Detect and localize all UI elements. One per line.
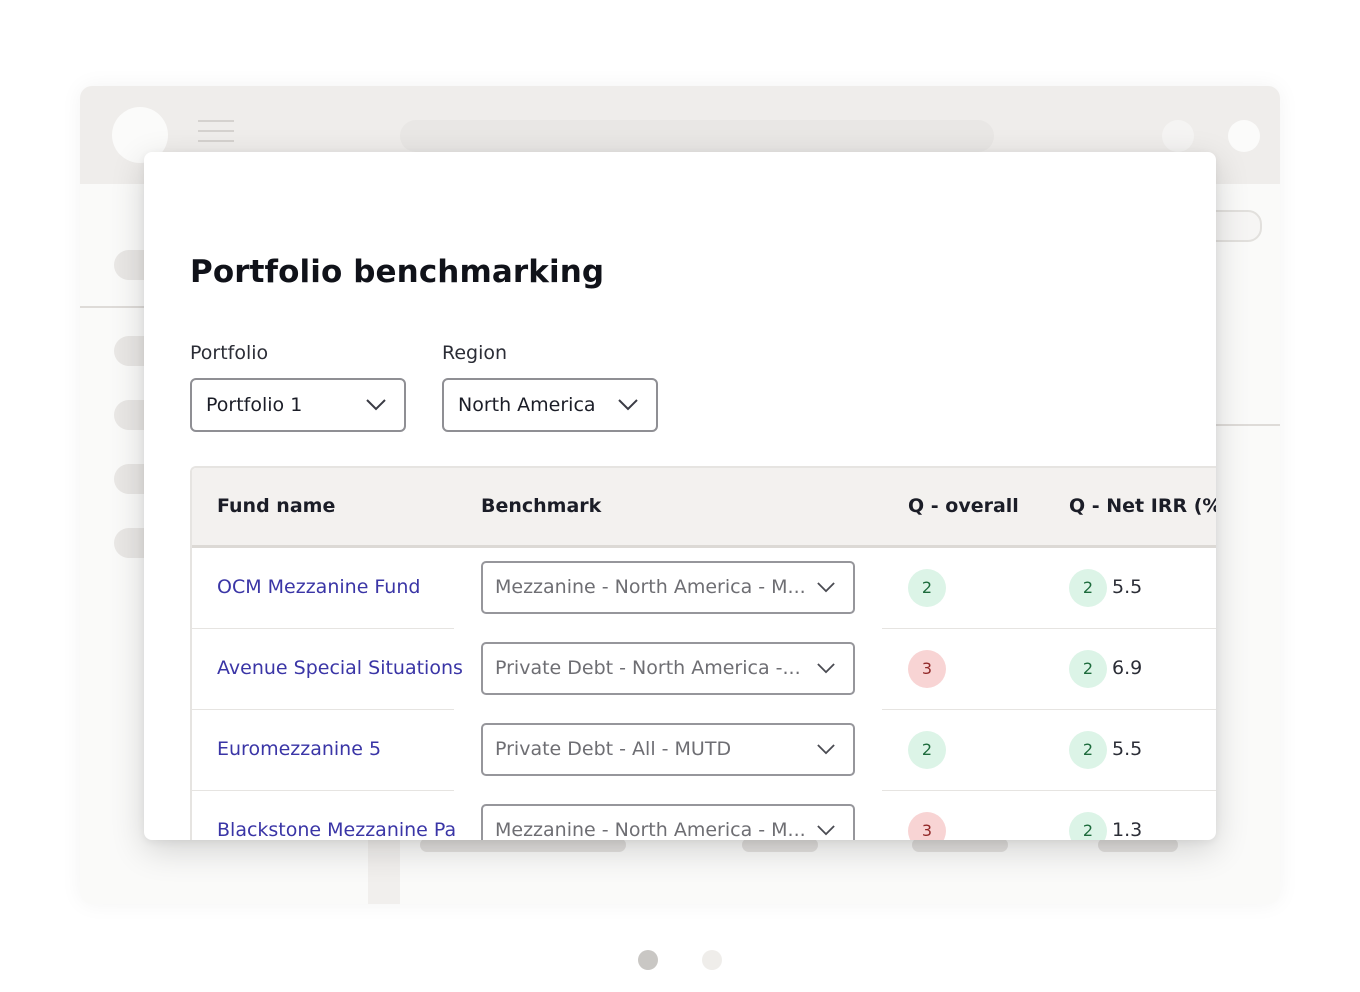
fund-name-link[interactable]: Euromezzanine 5: [217, 738, 381, 760]
background-search-bar: [400, 120, 994, 152]
chevron-down-icon: [817, 581, 837, 594]
chevron-down-icon: [817, 662, 837, 675]
table-row: Avenue Special Situations Private Debt -…: [192, 629, 1216, 710]
chevron-down-icon: [366, 399, 386, 411]
benchmark-select-value: Private Debt - North America -...: [495, 657, 801, 679]
benchmark-select[interactable]: Mezzanine - North America - M...: [481, 804, 855, 840]
table-header: Fund name Benchmark Q - overall Q - Net …: [192, 468, 1216, 548]
quartile-irr-badge: 2: [1069, 731, 1107, 769]
column-header-q-overall[interactable]: Q - overall: [908, 495, 1019, 517]
quartile-overall-badge: 3: [908, 812, 946, 840]
background-placeholder-bar: [420, 838, 626, 852]
background-menu-icon: [198, 120, 234, 150]
background-notification-icon: [1162, 120, 1194, 152]
fund-name-link[interactable]: OCM Mezzanine Fund: [217, 576, 420, 598]
benchmark-table: Fund name Benchmark Q - overall Q - Net …: [190, 466, 1216, 840]
fund-name-link[interactable]: Avenue Special Situations: [217, 657, 463, 679]
benchmark-select[interactable]: Mezzanine - North America - M...: [481, 561, 855, 614]
portfolio-benchmarking-card: Portfolio benchmarking Portfolio Portfol…: [144, 152, 1216, 840]
chevron-down-icon: [618, 399, 638, 411]
benchmark-select[interactable]: Private Debt - North America -...: [481, 642, 855, 695]
quartile-irr-badge: 2: [1069, 569, 1107, 607]
background-profile-icon: [1228, 120, 1260, 152]
background-column: [368, 836, 400, 904]
column-header-benchmark[interactable]: Benchmark: [481, 495, 601, 517]
fund-name-link[interactable]: Blackstone Mezzanine Pa: [217, 819, 456, 840]
pager-dot[interactable]: [702, 950, 722, 970]
benchmark-select[interactable]: Private Debt - All - MUTD: [481, 723, 855, 776]
table-row: Blackstone Mezzanine Pa Mezzanine - Nort…: [192, 791, 1216, 840]
region-select-value: North America: [458, 394, 596, 416]
net-irr-value: 5.5: [1112, 738, 1143, 760]
net-irr-value: 6.9: [1112, 657, 1143, 679]
pager-dot-active[interactable]: [638, 950, 658, 970]
benchmark-select-value: Private Debt - All - MUTD: [495, 738, 732, 760]
quartile-irr-badge: 2: [1069, 650, 1107, 688]
table-row: OCM Mezzanine Fund Mezzanine - North Ame…: [192, 548, 1216, 629]
region-label: Region: [442, 342, 508, 364]
chevron-down-icon: [817, 743, 837, 756]
column-header-q-net-irr[interactable]: Q - Net IRR (%): [1069, 495, 1216, 517]
background-divider: [80, 306, 144, 308]
background-placeholder-bar: [1098, 838, 1178, 852]
table-row: Euromezzanine 5 Private Debt - All - MUT…: [192, 710, 1216, 791]
net-irr-value: 1.3: [1112, 819, 1143, 840]
background-placeholder-bar: [742, 838, 818, 852]
quartile-overall-badge: 3: [908, 650, 946, 688]
background-placeholder-bar: [912, 838, 1008, 852]
region-select[interactable]: North America: [442, 378, 658, 432]
quartile-overall-badge: 2: [908, 569, 946, 607]
benchmark-select-value: Mezzanine - North America - M...: [495, 576, 805, 598]
column-header-fund-name[interactable]: Fund name: [217, 495, 335, 517]
quartile-irr-badge: 2: [1069, 812, 1107, 840]
background-divider: [1216, 424, 1280, 426]
quartile-overall-badge: 2: [908, 731, 946, 769]
portfolio-select-value: Portfolio 1: [206, 394, 303, 416]
portfolio-label: Portfolio: [190, 342, 269, 364]
page-title: Portfolio benchmarking: [190, 254, 605, 290]
benchmark-select-value: Mezzanine - North America - M...: [495, 819, 805, 840]
net-irr-value: 5.5: [1112, 576, 1143, 598]
portfolio-select[interactable]: Portfolio 1: [190, 378, 406, 432]
chevron-down-icon: [817, 824, 837, 837]
